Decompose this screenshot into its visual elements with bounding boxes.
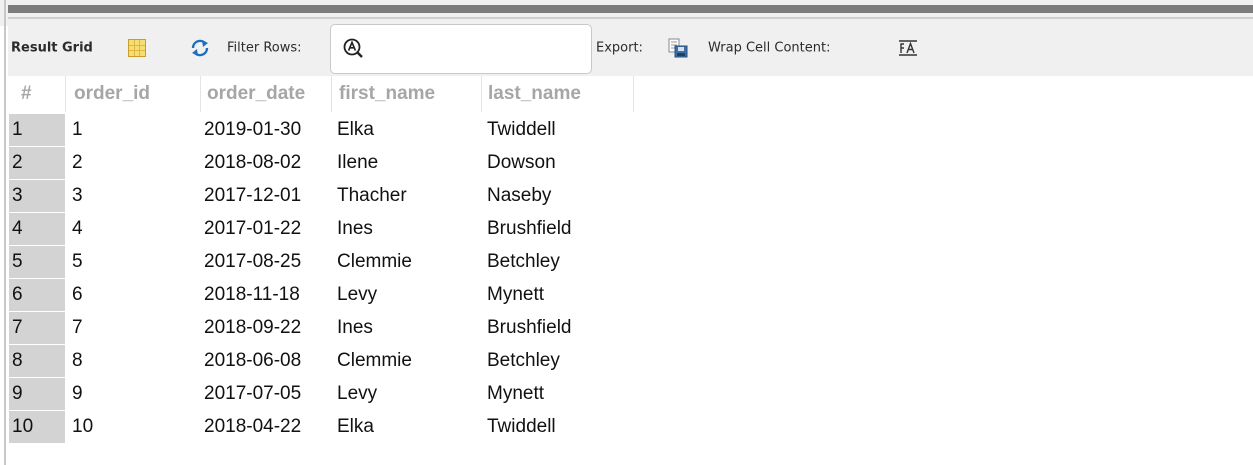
- column-separator: [633, 76, 634, 112]
- last-name-cell[interactable]: Betchley: [487, 350, 560, 372]
- order-date-cell[interactable]: 2018-08-02: [204, 152, 301, 174]
- export-icon[interactable]: [668, 38, 688, 58]
- search-icon: [343, 38, 363, 58]
- wrap-cell-content-label: Wrap Cell Content:: [708, 40, 831, 56]
- last-name-cell[interactable]: Twiddell: [487, 119, 556, 141]
- order-id-cell[interactable]: 1: [72, 119, 83, 141]
- order-id-cell[interactable]: 5: [72, 251, 83, 273]
- wrap-icon[interactable]: [898, 40, 918, 56]
- order-date-cell[interactable]: 2017-07-05: [204, 383, 301, 405]
- first-name-cell[interactable]: Elka: [337, 416, 374, 438]
- column-separator: [481, 76, 482, 112]
- first-name-cell[interactable]: Levy: [337, 284, 377, 306]
- row-number: 1: [12, 119, 23, 140]
- column-header-first-name[interactable]: first_name: [339, 83, 435, 105]
- splitter-divider: [8, 17, 1253, 19]
- column-header-last-name[interactable]: last_name: [488, 83, 581, 105]
- order-id-cell[interactable]: 10: [72, 416, 93, 438]
- first-name-cell[interactable]: Thacher: [337, 185, 407, 207]
- row-number: 2: [12, 152, 23, 173]
- last-name-cell[interactable]: Naseby: [487, 185, 551, 207]
- top-band: [0, 0, 1253, 26]
- row-number: 7: [12, 317, 23, 338]
- column-header-order-id[interactable]: order_id: [74, 83, 150, 105]
- last-name-cell[interactable]: Twiddell: [487, 416, 556, 438]
- first-name-cell[interactable]: Clemmie: [337, 350, 412, 372]
- order-date-cell[interactable]: 2017-08-25: [204, 251, 301, 273]
- row-number: 10: [12, 416, 34, 437]
- order-id-cell[interactable]: 2: [72, 152, 83, 174]
- row-number: 4: [12, 218, 23, 239]
- column-header-row-number[interactable]: #: [21, 83, 32, 105]
- order-date-cell[interactable]: 2017-12-01: [204, 185, 301, 207]
- order-id-cell[interactable]: 4: [72, 218, 83, 240]
- order-id-cell[interactable]: 6: [72, 284, 83, 306]
- grid-header-row: [8, 76, 1253, 112]
- order-date-cell[interactable]: 2018-09-22: [204, 317, 301, 339]
- grid-icon[interactable]: [128, 39, 146, 57]
- first-name-cell[interactable]: Ines: [337, 218, 373, 240]
- order-id-cell[interactable]: 8: [72, 350, 83, 372]
- order-id-cell[interactable]: 7: [72, 317, 83, 339]
- row-number: 6: [12, 284, 23, 305]
- row-number: 3: [12, 185, 23, 206]
- last-name-cell[interactable]: Brushfield: [487, 218, 572, 240]
- order-id-cell[interactable]: 9: [72, 383, 83, 405]
- result-grid-label: Result Grid: [11, 40, 93, 56]
- last-name-cell[interactable]: Dowson: [487, 152, 556, 174]
- first-name-cell[interactable]: Ines: [337, 317, 373, 339]
- result-panel: Result Grid Filter Rows: Export: Wrap Ce…: [0, 0, 1253, 465]
- first-name-cell[interactable]: Levy: [337, 383, 377, 405]
- column-separator: [331, 76, 332, 112]
- refresh-icon[interactable]: [190, 39, 210, 57]
- export-label: Export:: [596, 40, 643, 56]
- panel-splitter[interactable]: [8, 5, 1253, 13]
- last-name-cell[interactable]: Betchley: [487, 251, 560, 273]
- order-id-cell[interactable]: 3: [72, 185, 83, 207]
- row-number: 5: [12, 251, 23, 272]
- last-name-cell[interactable]: Mynett: [487, 284, 544, 306]
- column-separator: [200, 76, 201, 112]
- order-date-cell[interactable]: 2018-06-08: [204, 350, 301, 372]
- first-name-cell[interactable]: Elka: [337, 119, 374, 141]
- last-name-cell[interactable]: Mynett: [487, 383, 544, 405]
- left-rule: [4, 0, 6, 465]
- row-number: 8: [12, 350, 23, 371]
- last-name-cell[interactable]: Brushfield: [487, 317, 572, 339]
- first-name-cell[interactable]: Clemmie: [337, 251, 412, 273]
- filter-rows-input[interactable]: [330, 24, 592, 74]
- filter-rows-label: Filter Rows:: [227, 40, 302, 56]
- order-date-cell[interactable]: 2019-01-30: [204, 119, 301, 141]
- first-name-cell[interactable]: Ilene: [337, 152, 378, 174]
- order-date-cell[interactable]: 2017-01-22: [204, 218, 301, 240]
- column-separator: [65, 76, 66, 112]
- row-number: 9: [12, 383, 23, 404]
- column-header-order-date[interactable]: order_date: [207, 83, 305, 105]
- order-date-cell[interactable]: 2018-11-18: [204, 284, 300, 306]
- order-date-cell[interactable]: 2018-04-22: [204, 416, 301, 438]
